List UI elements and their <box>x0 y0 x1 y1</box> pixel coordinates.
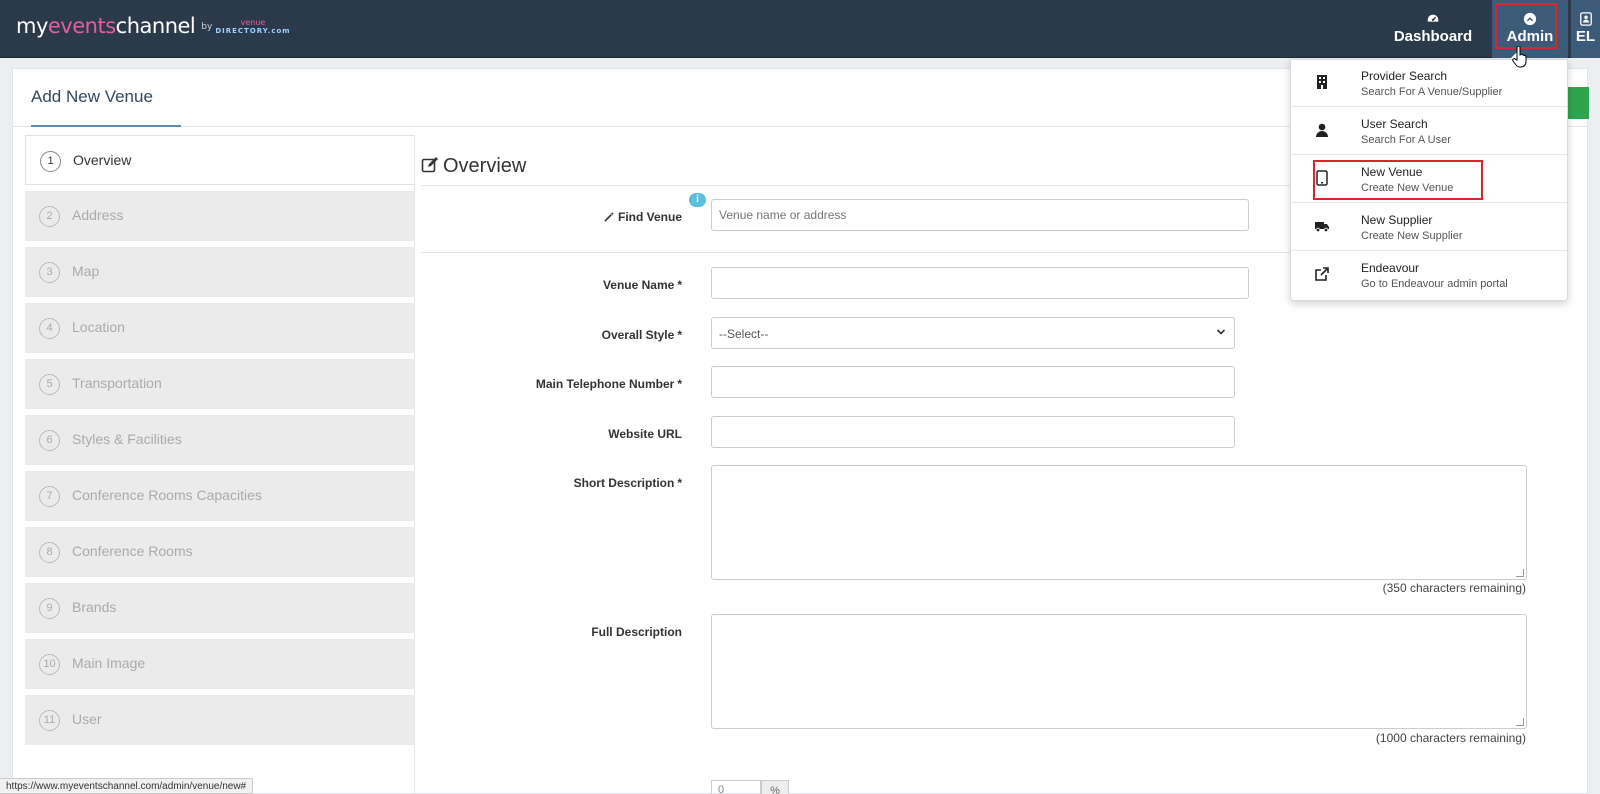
user-card-icon <box>1579 12 1592 26</box>
admin-highlight-box <box>1495 3 1557 49</box>
building-icon <box>1317 75 1327 89</box>
step-number: 1 <box>40 151 61 172</box>
logo-venue: venue <box>240 18 266 27</box>
step-label: Styles & Facilities <box>72 431 182 447</box>
step-brands[interactable]: 9 Brands <box>25 583 415 633</box>
menu-item-title: New Supplier <box>1361 213 1433 227</box>
telephone-label: Main Telephone Number * <box>535 377 682 391</box>
step-number: 10 <box>39 654 60 675</box>
step-label: Brands <box>72 599 117 615</box>
menu-item-endeavour[interactable]: Endeavour Go to Endeavour admin portal <box>1291 252 1567 299</box>
menu-item-title: Provider Search <box>1361 69 1448 83</box>
resize-grip-icon[interactable] <box>1516 569 1524 577</box>
nav-user-initials: EL <box>1575 28 1596 45</box>
step-label: Main Image <box>72 655 146 671</box>
short-description-textarea[interactable] <box>711 465 1527 580</box>
overall-style-value: --Select-- <box>719 327 769 341</box>
page-title-underline <box>31 125 181 127</box>
nav-dashboard-label: Dashboard <box>1393 28 1473 45</box>
step-conference-rooms-capacities[interactable]: 7 Conference Rooms Capacities <box>25 471 415 521</box>
step-label: Transportation <box>72 375 162 391</box>
section-title-text: Overview <box>443 155 527 177</box>
step-label: User <box>72 711 102 727</box>
overall-style-label: Overall Style * <box>601 328 682 342</box>
step-number: 11 <box>39 710 60 731</box>
step-number: 6 <box>39 430 60 451</box>
telephone-input[interactable] <box>711 366 1235 398</box>
step-overview[interactable]: 1 Overview <box>25 135 415 185</box>
section-title: Overview <box>421 155 526 178</box>
magic-wand-icon <box>604 211 615 222</box>
menu-item-subtitle: Search For A Venue/Supplier <box>1361 86 1503 98</box>
menu-item-subtitle: Search For A User <box>1361 134 1451 146</box>
menu-item-subtitle: Create New Supplier <box>1361 230 1463 242</box>
menu-item-user-search[interactable]: User Search Search For A User <box>1291 108 1567 155</box>
logo-channel: channel <box>115 14 196 38</box>
step-label: Conference Rooms <box>72 543 193 559</box>
chevron-down-icon <box>1216 329 1226 335</box>
website-url-label: Website URL <box>608 427 682 441</box>
logo-directory: DIRECTORY.com <box>215 27 291 35</box>
external-link-icon <box>1315 267 1329 281</box>
dashboard-icon <box>1427 14 1439 22</box>
step-label: Location <box>72 319 125 335</box>
venue-name-input[interactable] <box>711 267 1249 299</box>
step-number: 9 <box>39 598 60 619</box>
find-venue-input[interactable] <box>711 199 1249 231</box>
short-description-remaining: (350 characters remaining) <box>1382 581 1526 595</box>
edit-icon <box>421 157 438 173</box>
page-title: Add New Venue <box>31 87 153 106</box>
menu-item-new-supplier[interactable]: New Supplier Create New Supplier <box>1291 204 1567 251</box>
nav-dashboard[interactable]: Dashboard <box>1388 0 1478 58</box>
step-user[interactable]: 11 User <box>25 695 415 745</box>
step-number: 7 <box>39 486 60 507</box>
logo-my: my <box>16 14 48 38</box>
info-icon[interactable]: i <box>689 193 706 207</box>
logo-by: by <box>201 22 213 32</box>
step-number: 3 <box>39 262 60 283</box>
full-description-label: Full Description <box>591 625 682 639</box>
full-description-remaining: (1000 characters remaining) <box>1375 731 1526 745</box>
wizard-steps: 1 Overview 2 Address 3 Map 4 Location 5 Trans… <box>25 135 415 751</box>
menu-item-title: Endeavour <box>1361 261 1420 275</box>
step-transportation[interactable]: 5 Transportation <box>25 359 415 409</box>
percent-addon: % <box>761 780 789 794</box>
status-bar-url: https://www.myeventschannel.com/admin/ve… <box>0 778 254 794</box>
website-url-input[interactable] <box>711 416 1235 448</box>
user-icon <box>1316 123 1328 137</box>
step-label: Map <box>72 263 100 279</box>
step-number: 4 <box>39 318 60 339</box>
nav-user-account[interactable]: EL <box>1570 0 1600 58</box>
step-conference-rooms[interactable]: 8 Conference Rooms <box>25 527 415 577</box>
step-label: Overview <box>73 152 132 168</box>
venue-name-label: Venue Name * <box>602 278 682 292</box>
step-address[interactable]: 2 Address <box>25 191 415 241</box>
step-label: Conference Rooms Capacities <box>72 487 262 503</box>
menu-item-subtitle: Go to Endeavour admin portal <box>1361 278 1508 290</box>
resize-grip-icon[interactable] <box>1516 718 1524 726</box>
step-number: 8 <box>39 542 60 563</box>
menu-item-title: User Search <box>1361 117 1428 131</box>
brand-logo[interactable]: myeventschannel by venue DIRECTORY.com <box>16 14 291 38</box>
partial-number-input[interactable]: 0 <box>711 780 761 794</box>
logo-events: events <box>47 14 116 38</box>
find-venue-label: Find Venue <box>604 210 682 224</box>
truck-icon <box>1315 222 1329 233</box>
step-main-image[interactable]: 10 Main Image <box>25 639 415 689</box>
step-number: 5 <box>39 374 60 395</box>
full-description-textarea[interactable] <box>711 614 1527 729</box>
step-styles-facilities[interactable]: 6 Styles & Facilities <box>25 415 415 465</box>
short-description-label: Short Description * <box>573 476 682 490</box>
step-map[interactable]: 3 Map <box>25 247 415 297</box>
step-label: Address <box>72 207 124 223</box>
top-navbar: myeventschannel by venue DIRECTORY.com Dash… <box>0 0 1600 58</box>
step-location[interactable]: 4 Location <box>25 303 415 353</box>
step-number: 2 <box>39 206 60 227</box>
hand-cursor-icon <box>1512 46 1527 68</box>
new-venue-highlight-box <box>1313 160 1483 200</box>
overall-style-select[interactable]: --Select-- <box>711 317 1235 349</box>
